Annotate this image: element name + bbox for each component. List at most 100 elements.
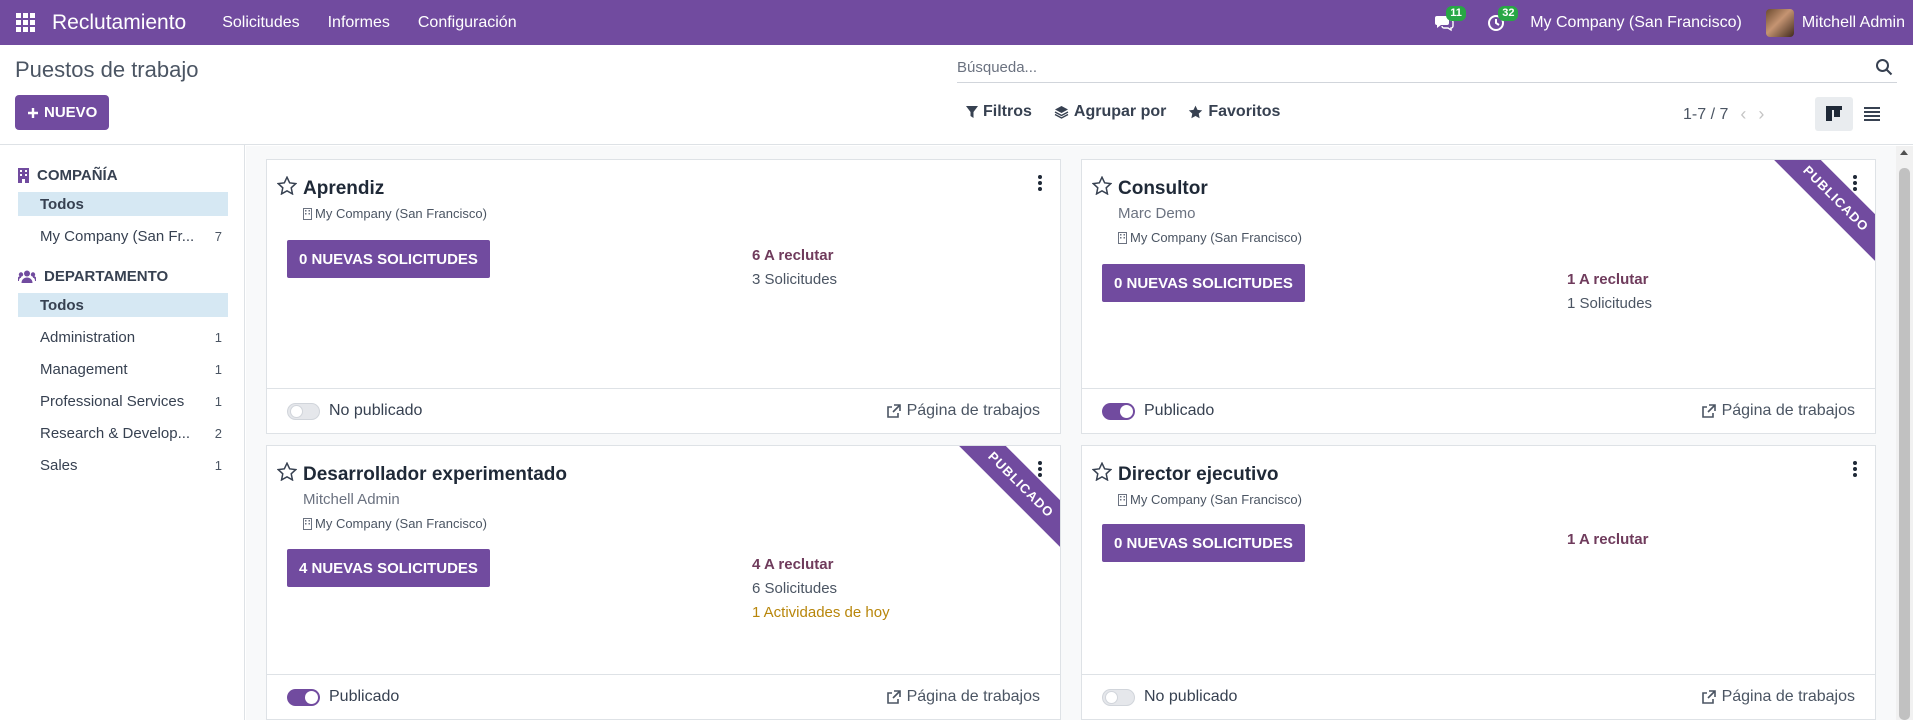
- department-filter-administration[interactable]: Administration 1: [18, 325, 228, 349]
- department-filter-research-development[interactable]: Research & Develop... 2: [18, 421, 228, 445]
- publish-switch[interactable]: [1102, 688, 1135, 706]
- app-title[interactable]: Reclutamiento: [52, 11, 186, 35]
- job-stats: 1 A reclutar: [1567, 528, 1648, 552]
- department-filter-management[interactable]: Management 1: [18, 357, 228, 381]
- job-responsible: Mitchell Admin: [303, 491, 400, 508]
- job-page-link[interactable]: Página de trabajos: [1701, 688, 1855, 706]
- department-section-header: DEPARTAMENTO: [18, 268, 228, 285]
- group-by-dropdown[interactable]: Agrupar por: [1054, 103, 1166, 121]
- department-filter-professional-services[interactable]: Professional Services 1: [18, 389, 228, 413]
- kebab-menu-icon[interactable]: [1853, 461, 1857, 477]
- to-recruit-link[interactable]: 6 A reclutar: [752, 244, 837, 268]
- publish-toggle[interactable]: Publicado: [1102, 402, 1214, 420]
- job-title[interactable]: Aprendiz: [303, 178, 384, 200]
- favorite-star-icon[interactable]: [1092, 462, 1112, 481]
- applications-link[interactable]: 1 Solicitudes: [1567, 292, 1652, 316]
- job-page-link-label: Página de trabajos: [906, 402, 1040, 419]
- user-menu[interactable]: Mitchell Admin: [1802, 14, 1905, 32]
- job-page-link[interactable]: Página de trabajos: [1701, 402, 1855, 420]
- department-filter-count: 1: [214, 457, 222, 473]
- new-applications-button[interactable]: 0 NUEVAS SOLICITUDES: [1102, 524, 1305, 562]
- new-applications-button[interactable]: 4 NUEVAS SOLICITUDES: [287, 549, 490, 587]
- job-card-footer: Publicado Página de trabajos: [1082, 388, 1875, 433]
- favorite-star-icon[interactable]: [277, 176, 297, 195]
- publish-switch[interactable]: [287, 688, 320, 706]
- scrollbar-thumb[interactable]: [1899, 168, 1910, 720]
- kebab-menu-icon[interactable]: [1038, 461, 1042, 477]
- menu-informes[interactable]: Informes: [328, 14, 390, 32]
- building-icon: [1118, 231, 1127, 244]
- publish-toggle[interactable]: Publicado: [287, 688, 399, 706]
- publish-toggle[interactable]: No publicado: [1102, 688, 1237, 706]
- scroll-up-icon[interactable]: [1900, 150, 1908, 155]
- publish-toggle[interactable]: No publicado: [287, 402, 422, 420]
- job-page-link[interactable]: Página de trabajos: [886, 402, 1040, 420]
- job-company-name: My Company (San Francisco): [315, 516, 487, 531]
- company-switcher[interactable]: My Company (San Francisco): [1530, 14, 1742, 32]
- search-input[interactable]: [957, 59, 1857, 76]
- new-button[interactable]: NUEVO: [15, 95, 110, 130]
- to-recruit-link[interactable]: 4 A reclutar: [752, 553, 890, 577]
- job-card-footer: No publicado Página de trabajos: [1082, 674, 1875, 719]
- job-stats: 4 A reclutar 6 Solicitudes 1 Actividades…: [752, 553, 890, 625]
- top-navbar: Reclutamiento Solicitudes Informes Confi…: [0, 0, 1913, 45]
- kanban-view-button[interactable]: [1815, 97, 1853, 131]
- job-card[interactable]: Director ejecutivo My Company (San Franc…: [1081, 445, 1876, 720]
- to-recruit-link[interactable]: 1 A reclutar: [1567, 268, 1652, 292]
- kebab-menu-icon[interactable]: [1853, 175, 1857, 191]
- company-section-header: COMPAÑÍA: [18, 167, 228, 184]
- activities-link[interactable]: 1 Actividades de hoy: [752, 601, 890, 625]
- job-title[interactable]: Director ejecutivo: [1118, 464, 1279, 486]
- list-icon: [1864, 107, 1880, 121]
- external-link-icon: [1701, 403, 1716, 418]
- applications-link[interactable]: 6 Solicitudes: [752, 577, 890, 601]
- list-view-button[interactable]: [1853, 97, 1891, 131]
- favorite-star-icon[interactable]: [1092, 176, 1112, 195]
- filters-label: Filtros: [983, 103, 1032, 120]
- job-page-link[interactable]: Página de trabajos: [886, 688, 1040, 706]
- new-applications-button[interactable]: 0 NUEVAS SOLICITUDES: [287, 240, 490, 278]
- favorites-dropdown[interactable]: Favoritos: [1188, 103, 1280, 121]
- job-title[interactable]: Desarrollador experimentado: [303, 464, 567, 486]
- search-panel: COMPAÑÍA Todos My Company (San Fr... 7 D…: [0, 145, 245, 720]
- company-filter-count: 7: [214, 228, 222, 244]
- star-filled-icon: [1189, 105, 1203, 119]
- job-company: My Company (San Francisco): [303, 206, 487, 221]
- applications-link[interactable]: 3 Solicitudes: [752, 268, 837, 292]
- company-filter-all[interactable]: Todos: [18, 192, 228, 216]
- job-card[interactable]: PUBLICADO Consultor Marc Demo My Company…: [1081, 159, 1876, 434]
- pager-next-icon[interactable]: ›: [1758, 104, 1764, 125]
- to-recruit-link[interactable]: 1 A reclutar: [1567, 528, 1648, 552]
- activities-button[interactable]: 32: [1476, 0, 1519, 45]
- job-card[interactable]: Aprendiz My Company (San Francisco) 0 NU…: [266, 159, 1061, 434]
- vertical-scrollbar[interactable]: [1896, 146, 1913, 720]
- company-filter-my-company[interactable]: My Company (San Fr... 7: [18, 224, 228, 248]
- job-company-name: My Company (San Francisco): [315, 206, 487, 221]
- pager-value[interactable]: 1-7 / 7: [1683, 106, 1728, 124]
- published-ribbon: PUBLICADO: [1771, 160, 1875, 264]
- department-filter-sales[interactable]: Sales 1: [18, 453, 228, 477]
- publish-switch[interactable]: [1102, 402, 1135, 420]
- filters-dropdown[interactable]: Filtros: [966, 103, 1032, 121]
- favorite-star-icon[interactable]: [277, 462, 297, 481]
- new-applications-button[interactable]: 0 NUEVAS SOLICITUDES: [1102, 264, 1305, 302]
- department-filter-all[interactable]: Todos: [18, 293, 228, 317]
- users-icon: [18, 270, 36, 283]
- job-card[interactable]: PUBLICADO Desarrollador experimentado Mi…: [266, 445, 1061, 720]
- department-filter-label: Management: [40, 360, 128, 378]
- department-filter-label: Sales: [40, 456, 78, 474]
- menu-solicitudes[interactable]: Solicitudes: [222, 14, 299, 32]
- job-company-name: My Company (San Francisco): [1130, 492, 1302, 507]
- kebab-menu-icon[interactable]: [1038, 175, 1042, 191]
- pager-previous-icon[interactable]: ‹: [1740, 104, 1746, 125]
- user-avatar[interactable]: [1765, 8, 1794, 37]
- search-icon[interactable]: [1875, 58, 1893, 76]
- job-card-footer: Publicado Página de trabajos: [267, 674, 1060, 719]
- publish-switch[interactable]: [287, 402, 320, 420]
- apps-grid-icon[interactable]: [16, 12, 36, 33]
- publish-status: Publicado: [1144, 402, 1215, 419]
- job-title[interactable]: Consultor: [1118, 178, 1208, 200]
- messages-button[interactable]: 11: [1424, 0, 1466, 45]
- menu-configuracion[interactable]: Configuración: [418, 14, 517, 32]
- view-switcher: [1815, 97, 1891, 131]
